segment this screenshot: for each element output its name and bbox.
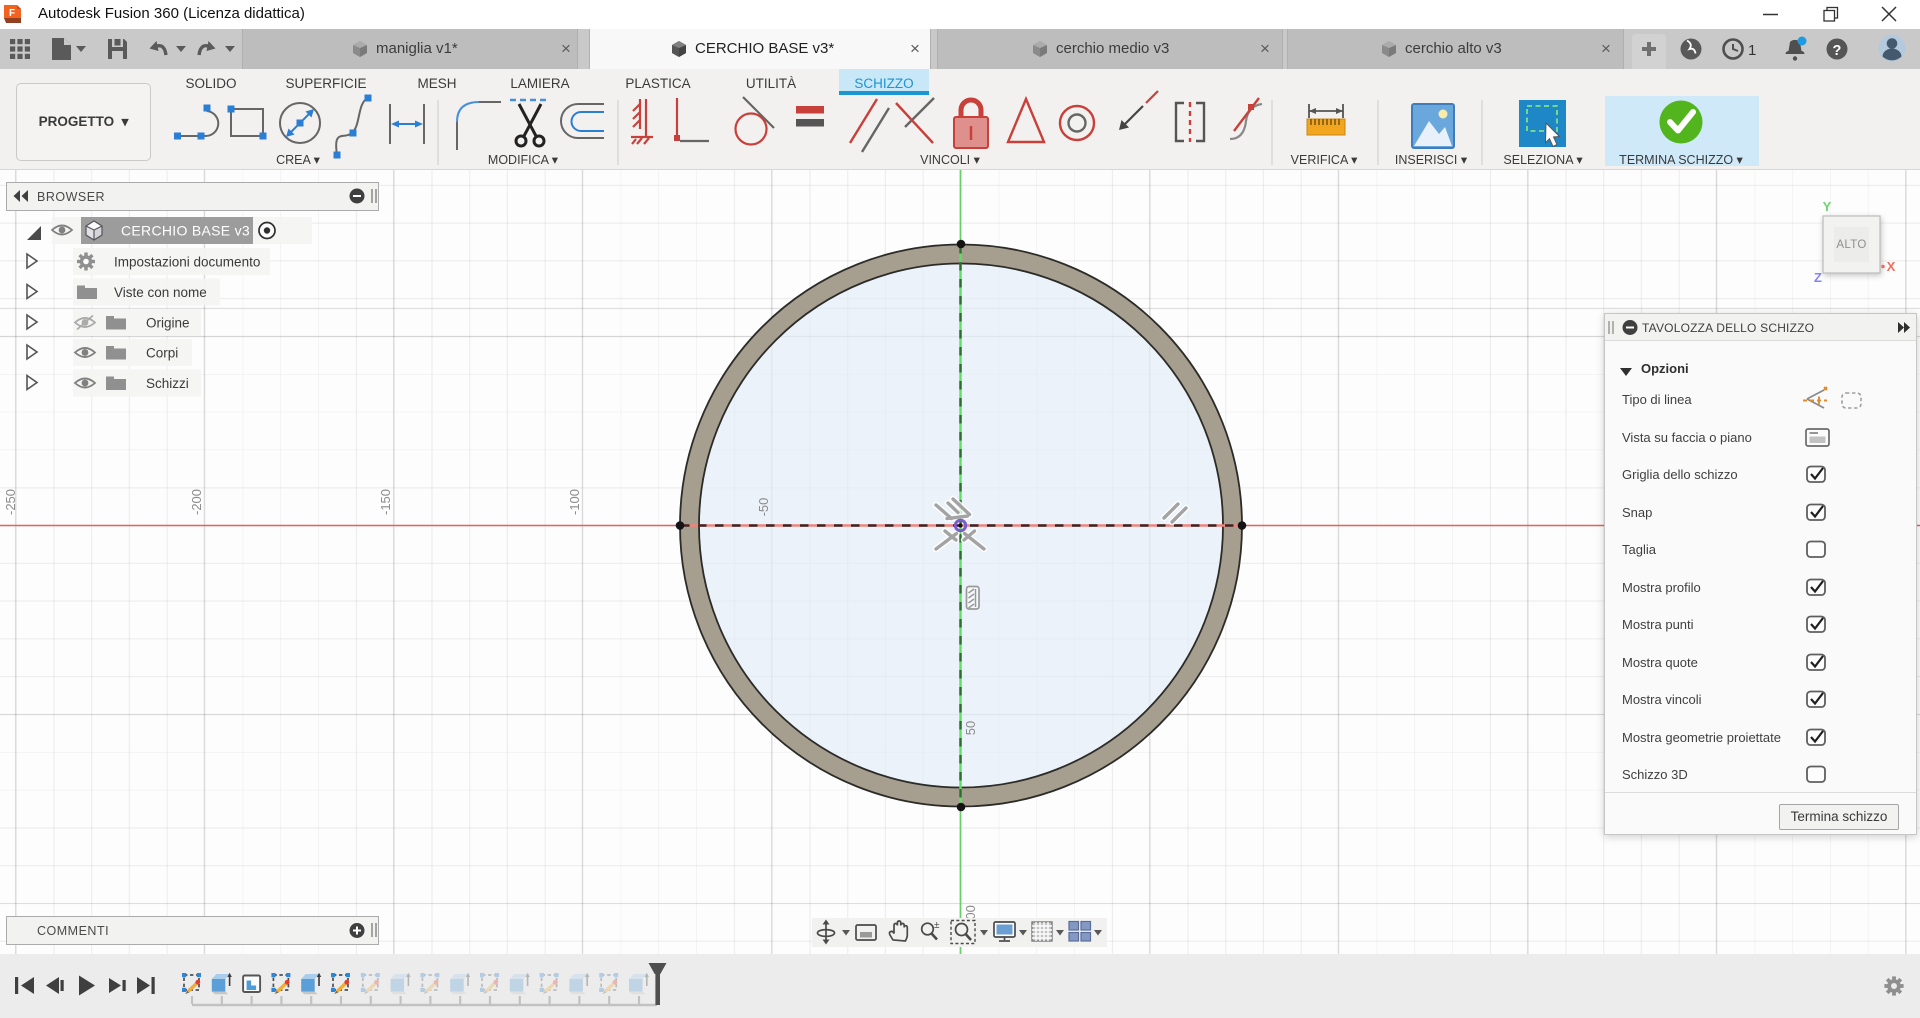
svg-text:?: ? [1833,43,1842,59]
svg-text:CERCHIO BASE v3: CERCHIO BASE v3 [121,223,250,239]
svg-text:ALTO: ALTO [1836,239,1866,251]
svg-text:Y: Y [1823,199,1832,214]
svg-text:±: ± [934,920,940,931]
svg-text:Origine: Origine [146,316,190,331]
svg-text:Corpi: Corpi [146,346,178,361]
svg-text:-50: -50 [756,498,771,517]
svg-text:-250: -250 [3,489,18,515]
svg-text:X: X [1887,259,1896,274]
svg-text:50: 50 [963,721,978,735]
svg-text:-100: -100 [567,489,582,515]
svg-text:COMMENTI: COMMENTI [37,924,109,938]
svg-text:Z: Z [1814,270,1822,285]
svg-text:BROWSER: BROWSER [37,190,105,204]
svg-text:1: 1 [1748,42,1756,59]
svg-text:-150: -150 [378,489,393,515]
svg-text:Schizzi: Schizzi [146,376,189,391]
svg-text:Impostazioni documento: Impostazioni documento [114,255,260,270]
svg-text:Viste con nome: Viste con nome [114,285,207,300]
svg-text:F: F [9,8,15,19]
svg-text:-200: -200 [189,489,204,515]
